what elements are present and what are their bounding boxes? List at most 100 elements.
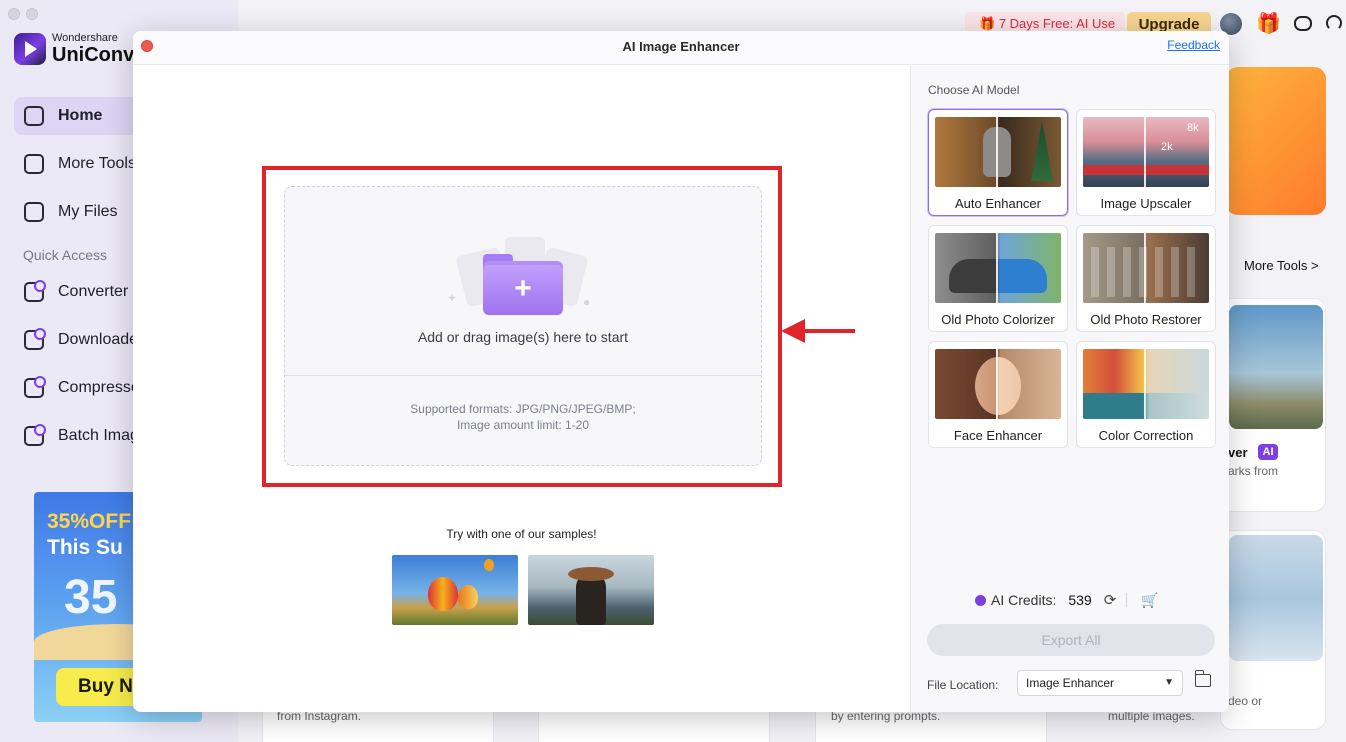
chat-icon[interactable] (1294, 16, 1312, 31)
gift-icon[interactable]: 🎁 (1256, 13, 1281, 35)
sidebar-item-label: Downloade (58, 331, 139, 348)
water-shape (1083, 393, 1209, 419)
model-thumbnail (935, 117, 1061, 187)
image-drop-zone[interactable]: ✦ ● + Add or drag image(s) here to start… (284, 186, 762, 466)
tool-card-watermark[interactable] (1220, 298, 1326, 512)
refresh-icon[interactable]: ⟳ (1104, 591, 1117, 609)
balloon-shape (428, 577, 458, 611)
ai-credits-row: AI Credits: 539 ⟳ 🛒 (975, 590, 1159, 610)
add-folder-icon: ✦ ● + (447, 237, 591, 317)
model-label: Face Enhancer (953, 428, 1043, 443)
model-pane: Choose AI Model Auto Enhancer 8k 2k Imag… (910, 66, 1229, 712)
brand-name: UniConve (52, 44, 146, 66)
model-label: Color Correction (1098, 428, 1194, 443)
tool-card-desc: deo or (1228, 694, 1263, 708)
model-label: Old Photo Restorer (1090, 312, 1202, 327)
upscale-tag-2k: 2k (1161, 141, 1173, 153)
sidebar-item-label: My Files (58, 203, 118, 220)
more-tools-link[interactable]: More Tools > (1244, 258, 1319, 273)
model-card-face-enhancer[interactable]: Face Enhancer (928, 341, 1068, 448)
converter-icon (24, 280, 46, 302)
red-arrow-line (799, 329, 855, 333)
toolbox-icon (24, 154, 44, 174)
sidebar-item-label: Home (58, 107, 103, 124)
download-icon (24, 328, 46, 350)
supported-formats: Supported formats: JPG/PNG/JPEG/BMP; (410, 402, 636, 416)
ai-image-enhancer-dialog: AI Image Enhancer Feedback ✦ ● + Add or … (133, 31, 1229, 712)
divider (285, 375, 761, 376)
model-thumbnail (1083, 233, 1209, 303)
credits-label: AI Credits: (991, 592, 1057, 608)
promo-tile[interactable] (1226, 67, 1326, 215)
gift-icon: 🎁 (979, 16, 999, 31)
sparkle-icon: ✦ (447, 291, 458, 305)
sparkle-icon: ● (583, 295, 591, 309)
balloon-shape (458, 585, 478, 609)
upscale-tag-8k: 8k (1187, 122, 1199, 134)
tool-card-thumbnail (1229, 535, 1323, 661)
model-thumbnail (935, 349, 1061, 419)
promo-headline: 35%OFF (47, 510, 132, 533)
hat-shape (568, 567, 614, 581)
window-minimize-dot[interactable] (26, 8, 38, 20)
file-location-label: File Location: (927, 678, 999, 692)
chevron-down-icon: ▼ (1164, 677, 1174, 688)
sidebar-item-label: Compresso (58, 379, 140, 396)
upload-pane: ✦ ● + Add or drag image(s) here to start… (133, 66, 910, 712)
car-shape (949, 259, 1047, 293)
compress-icon (24, 376, 46, 398)
model-thumbnail: 8k 2k (1083, 117, 1209, 187)
file-location-select[interactable]: Image Enhancer ▼ (1017, 670, 1183, 696)
credits-icon (975, 594, 986, 606)
feedback-link[interactable]: Feedback (1167, 38, 1220, 52)
folder-icon[interactable] (1194, 670, 1211, 687)
credits-value: 539 (1068, 592, 1092, 608)
sample-image-portrait[interactable] (528, 555, 654, 625)
sample-image-balloons[interactable] (392, 555, 518, 625)
model-card-color-correction[interactable]: Color Correction (1076, 341, 1216, 448)
image-limit: Image amount limit: 1-20 (456, 418, 590, 432)
building-windows-shape (1091, 247, 1201, 297)
face-shape (975, 357, 1021, 415)
drop-instructions: Add or drag image(s) here to start (417, 329, 629, 345)
headset-icon[interactable] (1326, 15, 1342, 31)
brand-small-text: Wondershare (52, 32, 118, 44)
cart-icon[interactable]: 🛒 (1141, 592, 1158, 609)
tree-shape (1031, 121, 1053, 181)
model-card-old-photo-restorer[interactable]: Old Photo Restorer (1076, 225, 1216, 332)
promo-subheadline: This Su (47, 536, 123, 559)
model-card-image-upscaler[interactable]: 8k 2k Image Upscaler (1076, 109, 1216, 216)
model-thumbnail (935, 233, 1061, 303)
model-label: Old Photo Colorizer (941, 312, 1055, 327)
model-thumbnail (1083, 349, 1209, 419)
file-icon (24, 202, 44, 222)
image-icon (24, 424, 46, 446)
divider (1126, 593, 1128, 607)
export-all-button[interactable]: Export All (927, 624, 1215, 656)
brand: Wondershare UniConve (14, 32, 145, 66)
app-logo-icon (14, 33, 46, 65)
sidebar-item-label: Converter (58, 283, 129, 300)
sidebar-item-label: More Tools (58, 155, 136, 172)
tool-card-title: ver (1228, 445, 1248, 460)
ai-badge: AI (1258, 444, 1278, 460)
window-close-dot[interactable] (8, 8, 20, 20)
tool-card-thumbnail (1229, 305, 1323, 429)
home-icon (24, 106, 44, 126)
model-label: Image Upscaler (1100, 196, 1192, 211)
sidebar-item-home[interactable]: Home (14, 97, 138, 135)
dialog-title: AI Image Enhancer (622, 39, 740, 54)
cat-shape (983, 127, 1011, 177)
samples-label: Try with one of our samples! (446, 527, 597, 541)
promo-big-number: 35 (64, 571, 118, 624)
houses-shape (1083, 165, 1209, 175)
choose-model-label: Choose AI Model (928, 83, 1020, 97)
tool-card-desc: arks from (1228, 464, 1279, 478)
plus-icon: + (514, 272, 532, 305)
file-location-value: Image Enhancer (1026, 676, 1115, 690)
sidebar-item-label: Batch Imag (58, 427, 139, 444)
model-card-auto-enhancer[interactable]: Auto Enhancer (928, 109, 1068, 216)
trial-label: 7 Days Free: AI Use (998, 16, 1116, 31)
model-label: Auto Enhancer (954, 196, 1041, 211)
model-card-old-photo-colorizer[interactable]: Old Photo Colorizer (928, 225, 1068, 332)
